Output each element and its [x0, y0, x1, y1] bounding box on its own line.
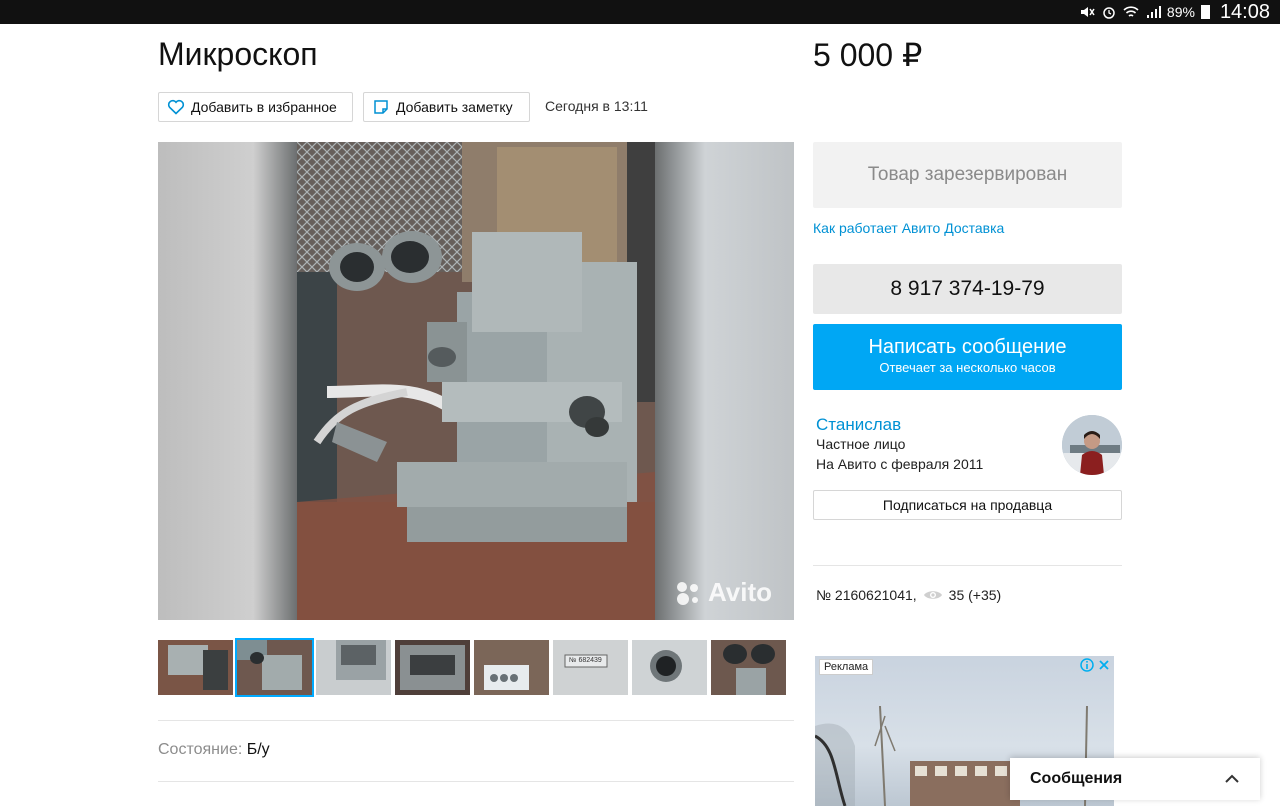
add-note-button[interactable]: Добавить заметку: [363, 92, 530, 122]
divider: [158, 720, 794, 721]
condition-label: Состояние:: [158, 741, 243, 758]
thumbnail[interactable]: [395, 640, 470, 695]
add-favorite-button[interactable]: Добавить в избранное: [158, 92, 353, 122]
heart-icon: [167, 99, 185, 115]
ad-label: Реклама: [819, 659, 874, 675]
avito-watermark: Avito: [674, 577, 772, 608]
views-count: 35 (+35): [948, 587, 1002, 603]
phone-number: 8 917 374-19-79: [890, 277, 1045, 300]
battery-icon: [1200, 5, 1210, 19]
clock: 14:08: [1219, 0, 1270, 23]
seller-name-link[interactable]: Станислав: [816, 415, 901, 435]
write-message-label: Написать сообщение: [868, 336, 1067, 358]
price: 5 000 ₽: [813, 37, 923, 73]
divider: [813, 565, 1122, 566]
microscope-image: [297, 142, 655, 620]
watermark-text: Avito: [707, 577, 772, 607]
page-title: Микроскоп: [158, 36, 318, 72]
subscribe-seller-button[interactable]: Подписаться на продавца: [813, 490, 1122, 520]
condition-row: Состояние: Б/у: [158, 741, 270, 759]
mute-icon: [1080, 7, 1095, 17]
thumbnail[interactable]: [711, 640, 786, 695]
posted-date: Сегодня в 13:11: [545, 98, 648, 114]
divider: [158, 781, 794, 782]
thumbnail[interactable]: № 682439: [553, 640, 628, 695]
messages-title: Сообщения: [1030, 770, 1123, 787]
thumbnail[interactable]: [235, 638, 314, 697]
reserved-label: Товар зарезервирован: [867, 164, 1068, 185]
alarm-icon: [1103, 7, 1115, 19]
wifi-icon: [1123, 6, 1139, 17]
status-bar: 89% 14:08: [0, 0, 1280, 24]
phone-button[interactable]: 8 917 374-19-79: [813, 264, 1122, 314]
messages-panel[interactable]: Сообщения: [1010, 758, 1260, 800]
thumbnail-label: № 682439: [569, 657, 602, 664]
ad-controls: [1080, 658, 1111, 672]
main-photo[interactable]: Avito: [158, 142, 794, 620]
thumbnail-strip: № 682439: [158, 638, 786, 697]
reserved-button[interactable]: Товар зарезервирован: [813, 142, 1122, 208]
response-time-label: Отвечает за несколько часов: [879, 360, 1056, 375]
thumbnail[interactable]: [316, 640, 391, 695]
listing-number: № 2160621041,: [816, 587, 917, 603]
avatar[interactable]: [1062, 415, 1122, 475]
info-icon[interactable]: [1080, 658, 1094, 672]
seller-type: Частное лицо: [816, 436, 906, 452]
add-favorite-label: Добавить в избранное: [191, 99, 337, 115]
write-message-button[interactable]: Написать сообщение Отвечает за несколько…: [813, 324, 1122, 390]
condition-value: Б/у: [246, 741, 270, 758]
seller-since: На Авито с февраля 2011: [816, 456, 984, 472]
chevron-up-icon[interactable]: [1224, 774, 1240, 784]
thumbnail[interactable]: [158, 640, 233, 695]
thumbnail[interactable]: [632, 640, 707, 695]
delivery-info-link[interactable]: Как работает Авито Доставка: [813, 220, 1004, 236]
note-icon: [374, 100, 388, 114]
close-icon[interactable]: [1097, 658, 1111, 672]
signal-icon: [1146, 6, 1161, 18]
avito-logo-icon: [676, 581, 698, 605]
thumbnail[interactable]: [474, 640, 549, 695]
subscribe-label: Подписаться на продавца: [882, 497, 1053, 513]
add-note-label: Добавить заметку: [396, 99, 513, 115]
listing-meta: № 2160621041, 35 (+35): [816, 587, 1001, 603]
battery-percent: 89%: [1166, 4, 1195, 20]
eye-icon: [923, 591, 942, 599]
